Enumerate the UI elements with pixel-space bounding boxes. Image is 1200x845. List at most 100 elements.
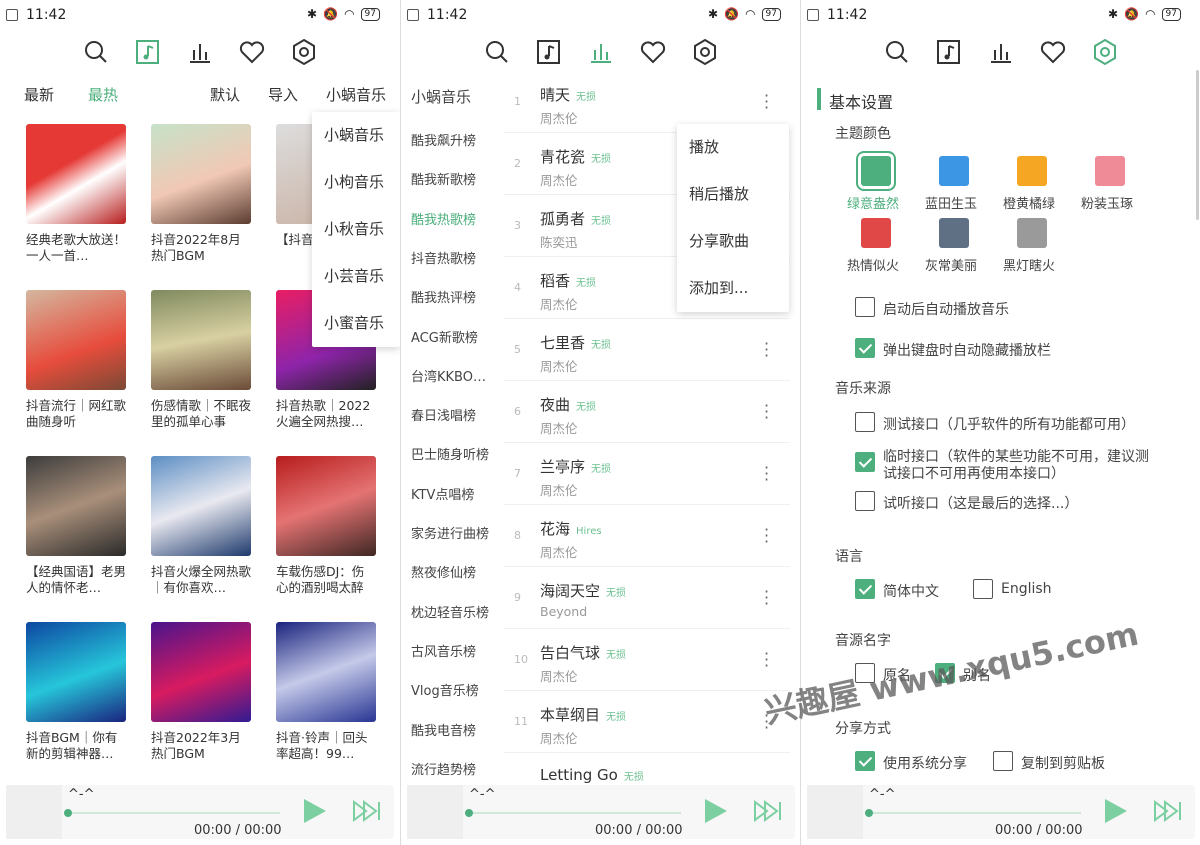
sort-default-button[interactable]: 默认 [210,84,240,105]
song-row[interactable]: 8 花海 Hires 周杰伦 · · · [504,505,790,567]
board-item[interactable]: KTV点唱榜 [411,484,474,503]
search-icon[interactable] [883,36,911,68]
favorites-icon[interactable] [1039,36,1067,68]
board-item[interactable]: 酷我热评榜 [411,287,476,306]
menu-item-share[interactable]: 分享歌曲 [677,218,789,265]
board-item[interactable]: 台湾KKBO… [411,366,486,385]
song-list-icon[interactable] [535,36,563,68]
source-select[interactable]: 小蜗音乐 [326,84,386,105]
menu-item-source[interactable]: 小蜗音乐 [312,112,400,159]
list-card[interactable]: 经典老歌大放送！一人一首… [26,124,128,264]
progress-handle[interactable] [865,809,873,817]
menu-item-source[interactable]: 小枸音乐 [312,159,400,206]
leaderboard-icon[interactable] [186,36,214,68]
menu-item-play[interactable]: 播放 [677,124,789,171]
tab-hottest[interactable]: 最热 [88,84,118,105]
lang-zh-checkbox[interactable] [855,579,875,599]
theme-swatch[interactable] [1017,218,1047,248]
share-system-checkbox[interactable] [855,751,875,771]
list-card[interactable]: 抖音流行｜网红歌曲随身听 [26,290,128,430]
leaderboard-icon[interactable] [587,36,615,68]
song-list-icon[interactable] [134,36,162,68]
import-button[interactable]: 导入 [268,84,298,105]
more-options-icon[interactable]: ··· [764,336,769,364]
board-item[interactable]: Vlog音乐榜 [411,680,479,699]
board-item[interactable]: 流行趋势榜 [411,759,476,778]
list-card[interactable]: 【经典国语】老男人的情怀老… [26,456,128,596]
progress-handle[interactable] [465,809,473,817]
menu-item-source[interactable]: 小蜜音乐 [312,300,400,347]
theme-swatch[interactable] [939,156,969,186]
theme-swatch[interactable] [1095,156,1125,186]
board-item[interactable]: 古风音乐榜 [411,641,476,660]
theme-swatch[interactable] [939,218,969,248]
play-icon[interactable] [1099,795,1129,827]
progress-bar[interactable] [68,812,280,814]
song-row[interactable]: 5 七里香 无损 周杰伦 · · · [504,319,790,381]
favorites-icon[interactable] [238,36,266,68]
song-row[interactable]: 7 兰亭序 无损 周杰伦 · · · [504,443,790,505]
menu-item-play-later[interactable]: 稍后播放 [677,171,789,218]
board-item[interactable]: 熬夜修仙榜 [411,562,476,581]
scrollbar[interactable] [1196,70,1199,220]
menu-item-add-to[interactable]: 添加到... [677,265,789,312]
theme-swatch[interactable] [856,151,896,191]
search-icon[interactable] [483,36,511,68]
list-card[interactable]: 伤感情歌｜不眠夜里的孤单心事 [151,290,253,430]
board-item[interactable]: 酷我热歌榜 [411,209,476,228]
song-row[interactable]: 6 夜曲 无损 周杰伦 · · · [504,381,790,443]
song-row[interactable]: 9 海阔天空 无损 Beyond · · · [504,567,790,629]
favorites-icon[interactable] [639,36,667,68]
source-test-checkbox[interactable] [855,412,875,432]
board-item[interactable]: 春日浅唱榜 [411,405,476,424]
list-card[interactable]: 抖音火爆全网热歌｜有你喜欢… [151,456,253,596]
more-options-icon[interactable]: ··· [764,522,769,550]
board-item[interactable]: 家务进行曲榜 [411,523,489,542]
board-item[interactable]: ACG新歌榜 [411,327,478,346]
board-item[interactable]: 抖音热歌榜 [411,248,476,267]
play-icon[interactable] [298,795,328,827]
more-options-icon[interactable]: ··· [764,460,769,488]
more-options-icon[interactable]: ··· [764,88,769,116]
next-icon[interactable] [753,799,783,823]
settings-icon[interactable] [1091,36,1119,68]
more-options-icon[interactable]: ··· [764,584,769,612]
progress-bar[interactable] [869,812,1081,814]
song-row[interactable]: 10 告白气球 无损 周杰伦 · · · [504,629,790,691]
list-card[interactable]: 抖音2022年8月热门BGM [151,124,253,264]
progress-bar[interactable] [469,812,681,814]
board-item[interactable]: 酷我飙升榜 [411,130,476,149]
progress-handle[interactable] [64,809,72,817]
board-item[interactable]: 酷我新歌榜 [411,169,476,188]
settings-icon[interactable] [691,36,719,68]
more-options-icon[interactable]: ··· [764,398,769,426]
hide-bar-checkbox[interactable] [855,338,875,358]
settings-icon[interactable] [290,36,318,68]
board-item[interactable]: 酷我电音榜 [411,720,476,739]
list-card[interactable]: 车载伤感DJ：伤心的酒别喝太醉 [276,456,378,596]
song-row[interactable]: 11 本草纲目 无损 周杰伦 · · · [504,691,790,753]
play-icon[interactable] [699,795,729,827]
song-list-icon[interactable] [935,36,963,68]
tab-newest[interactable]: 最新 [24,84,54,105]
source-trial-checkbox[interactable] [855,491,875,511]
source-temp-checkbox[interactable] [855,452,875,472]
next-icon[interactable] [352,799,382,823]
theme-swatch[interactable] [1017,156,1047,186]
board-item[interactable]: 枕边轻音乐榜 [411,602,489,621]
list-card[interactable]: 抖音2022年3月热门BGM [151,622,253,762]
autoplay-checkbox[interactable] [855,297,875,317]
menu-item-source[interactable]: 小芸音乐 [312,253,400,300]
more-options-icon[interactable]: ··· [764,646,769,674]
share-copy-checkbox[interactable] [993,751,1013,771]
lang-en-checkbox[interactable] [973,579,993,599]
theme-swatch[interactable] [861,218,891,248]
leaderboard-icon[interactable] [987,36,1015,68]
menu-item-source[interactable]: 小秋音乐 [312,206,400,253]
list-card[interactable]: 抖音BGM｜你有新的剪辑神器… [26,622,128,762]
album-art[interactable] [807,785,863,839]
list-card[interactable]: 抖音·铃声｜回头率超高！99… [276,622,378,762]
search-icon[interactable] [82,36,110,68]
board-item[interactable]: 巴士随身听榜 [411,444,489,463]
next-icon[interactable] [1153,799,1183,823]
